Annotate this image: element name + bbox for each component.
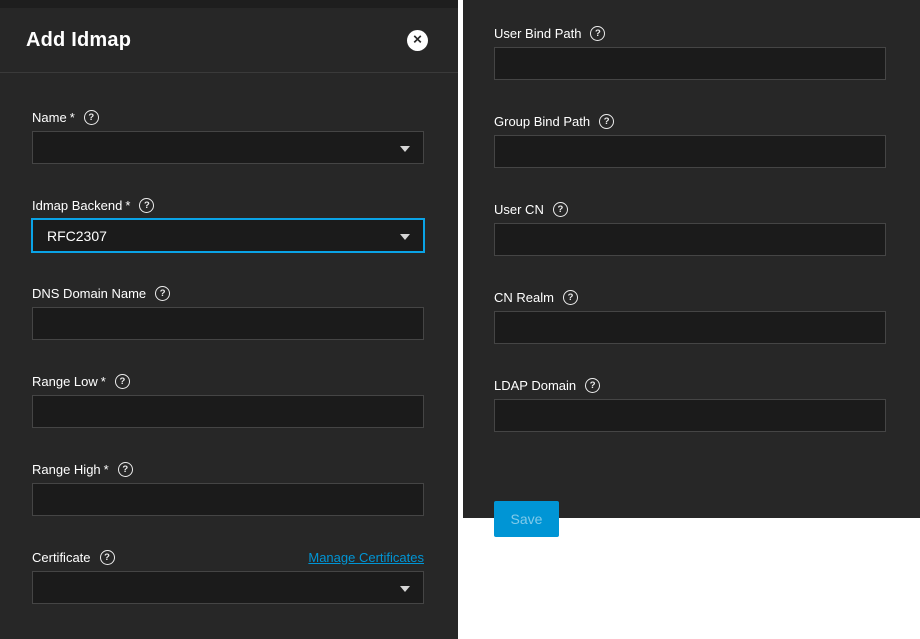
help-icon[interactable]: ? [155,285,171,301]
input-cn-realm[interactable] [494,311,886,344]
field-label: User Bind Path [494,25,582,41]
field-label-row: Certificate ? Manage Certificates [32,549,424,565]
right-form-panel: User Bind Path ? Group Bind Path ? User … [463,0,920,537]
required-asterisk: * [103,461,109,477]
right-form-fields: User Bind Path ? Group Bind Path ? User … [463,0,920,432]
field-label-row: User Bind Path ? [494,25,886,41]
save-row: Save [463,465,920,537]
help-icon[interactable]: ? [99,549,115,565]
field-label-row: Range High * ? [32,461,424,477]
field-range-low: Range Low * ? [32,373,424,428]
select-certificate[interactable] [32,571,424,604]
left-form-fields: Name * ? Idmap Backend * ? RFC2307 DNS D… [0,73,458,604]
select-value: RFC2307 [47,227,107,244]
field-label-row: LDAP Domain ? [494,377,886,393]
required-asterisk: * [100,373,106,389]
field-dns-domain-name: DNS Domain Name ? [32,285,424,340]
help-icon[interactable]: ? [590,25,606,41]
page-title: Add Idmap [26,28,132,51]
help-icon[interactable]: ? [562,289,578,305]
field-label: Range High * [32,461,109,477]
field-label-row: Group Bind Path ? [494,113,886,129]
dialog-header: Add Idmap ✕ [0,8,458,73]
field-label: Range Low * [32,373,106,389]
field-label: LDAP Domain [494,377,577,393]
field-label-row: Range Low * ? [32,373,424,389]
help-icon[interactable]: ? [585,377,601,393]
help-icon[interactable]: ? [552,201,568,217]
field-label: Name * [32,109,75,125]
help-icon[interactable]: ? [139,197,155,213]
input-group-bind-path[interactable] [494,135,886,168]
required-asterisk: * [125,197,131,213]
field-label: DNS Domain Name [32,285,147,301]
field-user-bind-path: User Bind Path ? [494,25,886,80]
page: Add Idmap ✕ Name * ? Idmap Backend * ? R… [0,0,920,639]
field-label-row: Name * ? [32,109,424,125]
field-label: Idmap Backend * [32,197,131,213]
field-certificate: Certificate ? Manage Certificates [32,549,424,604]
field-label: Certificate [32,549,91,565]
select-name[interactable] [32,131,424,164]
input-dns-domain-name[interactable] [32,307,424,340]
field-label: User CN [494,201,544,217]
field-label: Group Bind Path [494,113,591,129]
help-icon[interactable]: ? [114,373,130,389]
chevron-down-icon [400,585,410,592]
add-idmap-dialog: Add Idmap ✕ Name * ? Idmap Backend * ? R… [0,0,458,639]
field-name: Name * ? [32,109,424,164]
field-idmap-backend: Idmap Backend * ? RFC2307 [32,197,424,252]
select-idmap-backend[interactable]: RFC2307 [32,219,424,252]
field-cn-realm: CN Realm ? [494,289,886,344]
field-label-row: CN Realm ? [494,289,886,305]
required-asterisk: * [69,109,75,125]
field-user-cn: User CN ? [494,201,886,256]
help-icon[interactable]: ? [599,113,615,129]
field-label-row: DNS Domain Name ? [32,285,424,301]
input-user-bind-path[interactable] [494,47,886,80]
manage-certificates-link[interactable]: Manage Certificates [308,550,424,565]
input-ldap-domain[interactable] [494,399,886,432]
save-button[interactable]: Save [494,501,559,537]
input-user-cn[interactable] [494,223,886,256]
help-icon[interactable]: ? [83,109,99,125]
field-range-high: Range High * ? [32,461,424,516]
input-range-low[interactable] [32,395,424,428]
chevron-down-icon [400,233,410,240]
field-group-bind-path: Group Bind Path ? [494,113,886,168]
field-label-row: Idmap Backend * ? [32,197,424,213]
input-range-high[interactable] [32,483,424,516]
field-label-row: User CN ? [494,201,886,217]
close-icon[interactable]: ✕ [407,29,428,51]
field-ldap-domain: LDAP Domain ? [494,377,886,432]
chevron-down-icon [400,145,410,152]
field-label: CN Realm [494,289,554,305]
help-icon[interactable]: ? [117,461,133,477]
dialog-top-strip [0,0,458,8]
